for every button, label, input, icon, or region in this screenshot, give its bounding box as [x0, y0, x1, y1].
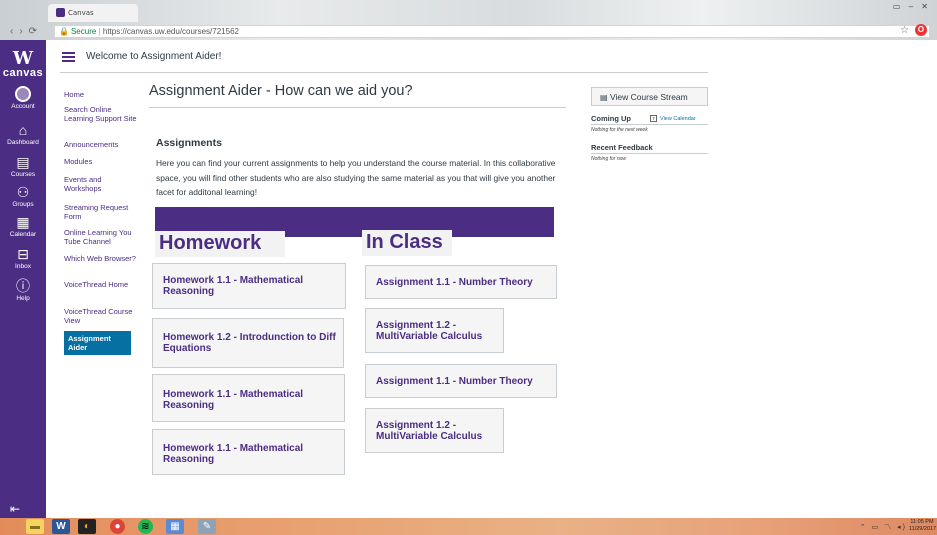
- global-nav-help[interactable]: ⓘ Help: [0, 278, 46, 302]
- inclass-card[interactable]: Assignment 1.2 - MultiVariable Calculus: [365, 308, 504, 353]
- clock-time: 11:05 PM: [910, 519, 934, 525]
- course-nav-web-browser[interactable]: Which Web Browser?: [64, 254, 139, 263]
- course-nav-streaming[interactable]: Streaming Request Form: [64, 203, 139, 221]
- collapse-nav-icon[interactable]: ⇤: [10, 502, 20, 516]
- hamburger-menu-icon[interactable]: [62, 52, 75, 62]
- card-label: Homework 1.1 - Mathematical Reasoning: [163, 275, 304, 297]
- inclass-card[interactable]: Assignment 1.1 - Number Theory: [365, 364, 557, 398]
- media-app-icon[interactable]: ◐: [78, 519, 96, 534]
- url-text: https://canvas.uw.edu/courses/721562: [102, 27, 239, 36]
- global-nav-label: Groups: [12, 201, 34, 208]
- course-nav-voicethread-home[interactable]: VoiceThread Home: [64, 280, 139, 289]
- course-nav-modules[interactable]: Modules: [64, 157, 139, 166]
- clock-date: 11/29/2017: [909, 526, 937, 532]
- browser-chrome: Canvas ‹›⟳ 🔒 Secure | https://canvas.uw.e…: [0, 0, 937, 40]
- taskbar: ▬ W ◐ ● ≋ ▦ ✎ ⌃ ▭ 〽 ◂) 11:05 PM 11/29/20…: [0, 518, 937, 535]
- help-icon: ⓘ: [16, 278, 30, 294]
- recent-feedback-heading: Recent Feedback: [591, 143, 653, 152]
- card-label: Homework 1.1 - Mathematical Reasoning: [163, 389, 304, 411]
- view-calendar-link[interactable]: 7 View Calendar: [650, 115, 696, 122]
- uw-logo-icon[interactable]: W: [0, 48, 46, 69]
- word-icon[interactable]: W: [52, 519, 70, 534]
- global-nav-label: Inbox: [15, 263, 31, 270]
- global-nav-dashboard[interactable]: ⌂ Dashboard: [0, 122, 46, 146]
- course-nav-youtube[interactable]: Online Learning You Tube Channel: [64, 228, 139, 246]
- paint-icon[interactable]: ✎: [198, 519, 216, 534]
- lock-icon: 🔒: [59, 27, 69, 36]
- inclass-card[interactable]: Assignment 1.1 - Number Theory: [365, 265, 557, 299]
- calendar-icon: ▦: [16, 214, 30, 230]
- view-calendar-label: View Calendar: [660, 115, 696, 122]
- card-label: Assignment 1.2 - MultiVariable Calculus: [376, 420, 483, 442]
- card-label: Assignment 1.1 - Number Theory: [376, 277, 533, 288]
- global-nav-label: Account: [11, 103, 35, 110]
- global-nav-courses[interactable]: ▤ Courses: [0, 154, 46, 178]
- breadcrumb[interactable]: Welcome to Assignment Aider!: [86, 51, 221, 62]
- system-tray-icons[interactable]: ⌃ ▭ 〽 ◂): [860, 522, 907, 532]
- tab-title: Canvas: [68, 9, 94, 17]
- page-title: Assignment Aider - How can we aid you?: [149, 83, 413, 99]
- global-nav-inbox[interactable]: ⊟ Inbox: [0, 246, 46, 270]
- address-bar[interactable]: 🔒 Secure | https://canvas.uw.edu/courses/…: [54, 25, 930, 38]
- global-nav-label: Calendar: [9, 231, 37, 238]
- course-nav-assignment-aider[interactable]: Assignment Aider: [64, 331, 131, 355]
- card-label: Homework 1.1 - Mathematical Reasoning: [163, 443, 304, 465]
- secure-label: Secure: [70, 27, 97, 36]
- inclass-heading: In Class: [362, 230, 452, 256]
- homework-card[interactable]: Homework 1.1 - Mathematical Reasoning: [152, 374, 345, 422]
- card-label: Assignment 1.1 - Number Theory: [376, 376, 533, 387]
- opera-icon[interactable]: O: [915, 24, 927, 36]
- file-explorer-icon[interactable]: ▬: [26, 519, 44, 534]
- course-nav-search-support[interactable]: Search Online Learning Support Site: [64, 105, 139, 123]
- homework-card[interactable]: Homework 1.1 - Mathematical Reasoning: [152, 429, 345, 475]
- homework-heading: Homework: [155, 231, 285, 257]
- card-label: Homework 1.2 - Introdunction to Diff Equ…: [163, 332, 336, 354]
- global-nav-label: Help: [16, 295, 30, 302]
- bookmark-star-icon[interactable]: ☆: [900, 25, 909, 36]
- inclass-card[interactable]: Assignment 1.2 - MultiVariable Calculus: [365, 408, 504, 453]
- course-nav-events[interactable]: Events and Workshops: [64, 175, 139, 193]
- dashboard-icon: ⌂: [18, 122, 28, 138]
- browser-nav-buttons[interactable]: ‹›⟳: [10, 26, 43, 37]
- chrome-icon[interactable]: ●: [110, 519, 125, 534]
- assignments-description: Here you can find your current assignmen…: [156, 158, 556, 197]
- photos-icon[interactable]: ▦: [166, 519, 184, 534]
- header-divider: [60, 72, 708, 73]
- view-course-stream-button[interactable]: ▤ View Course Stream: [591, 87, 708, 106]
- course-nav-voicethread-course[interactable]: VoiceThread Course View: [64, 307, 139, 325]
- global-nav-label: Courses: [10, 171, 36, 178]
- global-nav-label: Dashboard: [7, 139, 39, 146]
- global-nav-groups[interactable]: ⚇ Groups: [0, 184, 46, 208]
- inbox-icon: ⊟: [17, 246, 29, 262]
- coming-up-empty-text: Nothing for the next week: [591, 127, 648, 133]
- homework-card[interactable]: Homework 1.1 - Mathematical Reasoning: [152, 263, 346, 309]
- assignments-heading: Assignments: [156, 137, 222, 149]
- recent-feedback-empty-text: Nothing for now: [591, 156, 627, 162]
- homework-card[interactable]: Homework 1.2 - Introdunction to Diff Equ…: [152, 318, 344, 368]
- global-nav-account[interactable]: Account: [0, 86, 46, 110]
- stream-button-label: View Course Stream: [609, 92, 688, 102]
- title-divider: [149, 107, 566, 108]
- window-controls[interactable]: ▭ – ✕: [893, 2, 931, 11]
- card-label: Assignment 1.2 - MultiVariable Calculus: [376, 320, 483, 342]
- coming-up-divider: [591, 124, 708, 125]
- course-nav-announcements[interactable]: Announcements: [64, 140, 139, 149]
- spotify-icon[interactable]: ≋: [138, 519, 153, 534]
- coming-up-heading: Coming Up: [591, 114, 631, 123]
- course-nav-home[interactable]: Home: [64, 90, 139, 99]
- stream-icon: ▤: [600, 93, 608, 102]
- global-nav: W canvas Account ⌂ Dashboard ▤ Courses ⚇…: [0, 40, 46, 518]
- global-nav-calendar[interactable]: ▦ Calendar: [0, 214, 46, 238]
- courses-icon: ▤: [16, 154, 30, 170]
- recent-feedback-divider: [591, 153, 708, 154]
- clock[interactable]: 11:05 PM 11/29/2017: [909, 519, 937, 533]
- avatar: [15, 86, 31, 102]
- canvas-logo-text: canvas: [2, 67, 44, 79]
- groups-icon: ⚇: [16, 184, 30, 200]
- calendar-icon: 7: [650, 115, 657, 122]
- tab-favicon-icon: [56, 8, 65, 17]
